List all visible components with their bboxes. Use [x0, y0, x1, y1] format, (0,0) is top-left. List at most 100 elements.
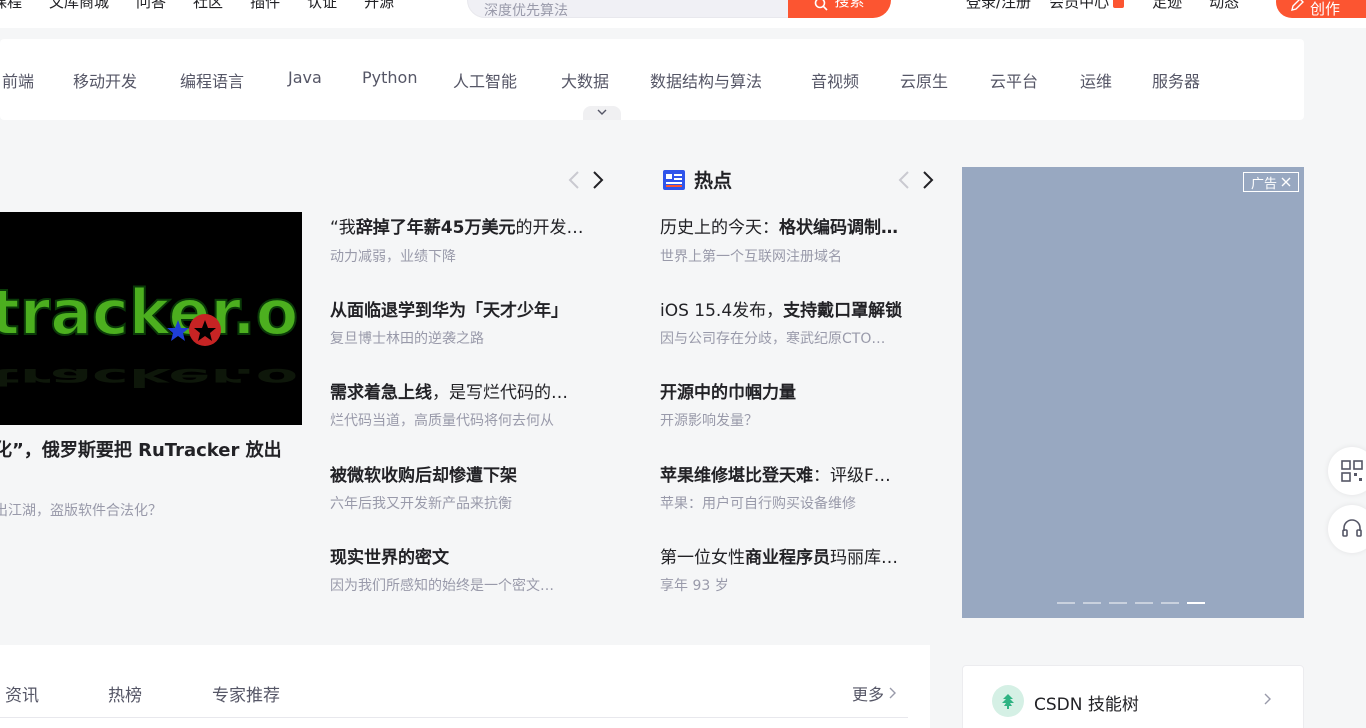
hot-title[interactable]: 开源中的巾帼力量 [660, 378, 796, 403]
svg-text:tracker.org: tracker.org [0, 362, 302, 391]
qrcode-float-button[interactable] [1328, 447, 1366, 495]
tab-expert-picks[interactable]: 专家推荐 [212, 681, 280, 706]
category-cloudnative[interactable]: 云原生 [900, 68, 948, 92]
news-subtitle: 复旦博士林田的逆袭之路 [330, 331, 484, 347]
hot-subtitle: 开源影响发量？ [660, 413, 758, 429]
hot-subtitle: 因与公司存在分歧，寒武纪原CTO… [660, 331, 886, 347]
user-nav: 登录/注册 会员中心 足迹 动态 [966, 0, 1239, 12]
close-icon [1281, 177, 1291, 187]
chevron-right-icon [1264, 693, 1271, 705]
hot-title[interactable]: iOS 15.4发布，支持戴口罩解锁 [660, 296, 902, 321]
chevron-right-icon [923, 171, 934, 189]
news-next-arrow[interactable] [592, 170, 604, 190]
hot-subtitle: 享年 93 岁 [660, 578, 729, 594]
skill-tree-icon [992, 685, 1024, 717]
create-button[interactable]: 创作 [1276, 0, 1366, 18]
chevron-right-icon [889, 687, 897, 699]
hot-title-pre: 历史上的今天： [660, 218, 779, 238]
ad-dot[interactable] [1057, 602, 1075, 604]
nav-link-qa[interactable]: 问答 [136, 0, 166, 12]
category-python[interactable]: Python [362, 68, 417, 87]
news-title-bold: 现实世界的密文 [330, 548, 449, 568]
ad-tag-label: 广告 [1250, 176, 1277, 192]
skill-tree-card[interactable]: CSDN 技能树 [962, 665, 1304, 728]
chevron-left-icon [898, 171, 909, 189]
ad-dot[interactable] [1135, 602, 1153, 604]
member-center-label: 会员中心 [1049, 0, 1110, 11]
tracker-logo-image: tracker.org tracker.org [0, 212, 302, 425]
hot-title[interactable]: 苹果维修堪比登天难：评级F… [660, 461, 891, 486]
hot-title[interactable]: 历史上的今天：格状编码调制… [660, 213, 898, 238]
svg-text:tracker.org: tracker.org [0, 276, 302, 349]
headset-icon [1342, 519, 1362, 537]
nav-link-plugins[interactable]: 插件 [250, 0, 280, 12]
news-subtitle: 烂代码当道，高质量代码将何去何从 [330, 413, 554, 429]
news-prev-arrow[interactable] [568, 170, 580, 190]
news-title[interactable]: 被微软收购后却惨遭下架 [330, 461, 517, 486]
news-title-pre: “我 [330, 218, 356, 238]
search-button[interactable]: 搜索 [788, 0, 891, 18]
tab-news[interactable]: 资讯 [5, 681, 39, 706]
search-input[interactable]: 深度优先算法 [467, 0, 789, 19]
category-languages[interactable]: 编程语言 [180, 68, 244, 92]
news-title-post: 的开发… [515, 218, 584, 238]
ad-dot-active[interactable] [1187, 602, 1205, 604]
nav-link-certification[interactable]: 认证 [307, 0, 337, 12]
top-navigation-bar: 课程 文库商城 问答 社区 插件 认证 开源 深度优先算法 搜索 登录/注册 会… [0, 0, 1366, 28]
category-cloudplatform[interactable]: 云平台 [990, 68, 1038, 92]
category-av[interactable]: 音视频 [811, 68, 859, 92]
chevron-down-icon [597, 109, 607, 115]
more-label: 更多 [852, 685, 885, 704]
news-title[interactable]: 需求着急上线，是写烂代码的… [330, 378, 568, 403]
hot-header: 热点 [662, 166, 732, 193]
ad-banner[interactable]: 广告 [962, 167, 1304, 618]
hot-title-bold: 苹果维修堪比登天难 [660, 466, 813, 486]
nav-link-opensource[interactable]: 开源 [364, 0, 394, 12]
nav-link-library[interactable]: 文库商城 [49, 0, 109, 12]
nav-link-community[interactable]: 社区 [193, 0, 223, 12]
customer-service-float-button[interactable] [1328, 505, 1366, 553]
category-server[interactable]: 服务器 [1152, 68, 1200, 92]
news-title[interactable]: 现实世界的密文 [330, 543, 449, 568]
news-title[interactable]: “我辞掉了年薪45万美元的开发… [330, 213, 583, 238]
news-subtitle: 因为我们所感知的始终是一个密文… [330, 578, 554, 594]
hot-title-post: 玛丽库… [830, 548, 898, 568]
featured-title[interactable]: 化”，俄罗斯要把 RuTracker 放出 [0, 436, 282, 462]
category-frontend[interactable]: 前端 [2, 68, 34, 92]
news-subtitle: 六年后我又开发新产品来抗衡 [330, 496, 512, 512]
tab-hot-list[interactable]: 热榜 [108, 681, 142, 706]
search-button-label: 搜索 [834, 0, 865, 10]
hot-next-arrow[interactable] [922, 170, 934, 190]
search-icon [815, 0, 829, 11]
gift-icon [1113, 0, 1125, 8]
nav-link-courses[interactable]: 课程 [0, 0, 22, 12]
ad-close-tag[interactable]: 广告 [1243, 172, 1299, 192]
category-bigdata[interactable]: 大数据 [561, 68, 609, 92]
dynamics-link[interactable]: 动态 [1209, 0, 1239, 12]
news-title[interactable]: 从面临退学到华为「天才少年」 [330, 296, 568, 321]
member-center-link[interactable]: 会员中心 [1049, 0, 1125, 12]
category-expand-toggle[interactable] [583, 106, 621, 120]
hot-subtitle: 苹果：用户可自行购买设备维修 [660, 496, 856, 512]
ad-dot[interactable] [1161, 602, 1179, 604]
hot-title-bold: 支持戴口罩解锁 [783, 301, 903, 321]
ad-dot[interactable] [1083, 602, 1101, 604]
more-link[interactable]: 更多 [852, 681, 897, 705]
login-link[interactable]: 登录/注册 [966, 0, 1031, 12]
hot-title-bold: 开源中的巾帼力量 [660, 383, 796, 403]
category-bar: 前端 移动开发 编程语言 Java Python 人工智能 大数据 数据结构与算… [0, 39, 1304, 120]
category-ops[interactable]: 运维 [1080, 68, 1112, 92]
category-algorithms[interactable]: 数据结构与算法 [650, 68, 762, 92]
featured-image[interactable]: tracker.org tracker.org [0, 212, 302, 425]
ad-dot[interactable] [1109, 602, 1127, 604]
news-title-bold: 辞掉了年薪45万美元 [355, 218, 516, 238]
feed-tabs: 资讯 热榜 专家推荐 更多 [0, 645, 930, 728]
skill-tree-label: CSDN 技能树 [1034, 695, 1139, 715]
category-ai[interactable]: 人工智能 [453, 68, 517, 92]
category-java[interactable]: Java [288, 68, 322, 87]
hot-title[interactable]: 第一位女性商业程序员玛丽库… [660, 543, 898, 568]
hot-prev-arrow[interactable] [898, 170, 910, 190]
category-mobile[interactable]: 移动开发 [73, 68, 137, 92]
news-title-bold: 需求着急上线 [330, 383, 432, 403]
footprint-link[interactable]: 足迹 [1152, 0, 1182, 12]
